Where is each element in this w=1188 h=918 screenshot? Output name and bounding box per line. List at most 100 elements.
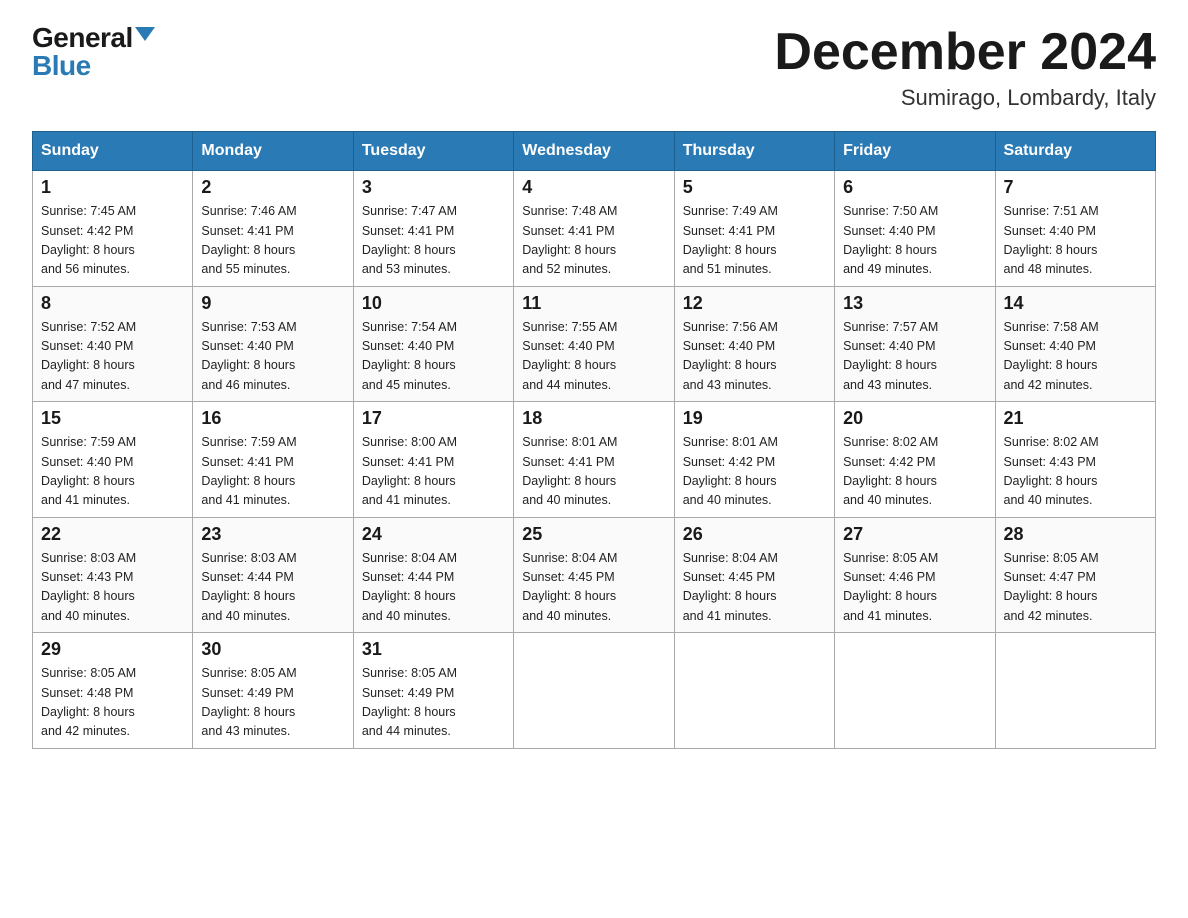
- day-number: 4: [522, 177, 665, 198]
- day-number: 29: [41, 639, 184, 660]
- day-number: 22: [41, 524, 184, 545]
- day-cell-13: 13 Sunrise: 7:57 AMSunset: 4:40 PMDayligh…: [835, 286, 995, 402]
- weekday-header-friday: Friday: [835, 132, 995, 171]
- day-number: 15: [41, 408, 184, 429]
- day-cell-24: 24Sunrise: 8:04 AMSunset: 4:44 PMDayligh…: [353, 517, 513, 633]
- day-number: 2: [201, 177, 344, 198]
- day-number: 17: [362, 408, 505, 429]
- day-info: Sunrise: 8:04 AMSunset: 4:45 PMDaylight:…: [683, 549, 826, 627]
- day-cell-27: 27 Sunrise: 8:05 AMSunset: 4:46 PMDayligh…: [835, 517, 995, 633]
- week-row-4: 22 Sunrise: 8:03 AMSunset: 4:43 PMDayligh…: [33, 517, 1156, 633]
- day-info: Sunrise: 7:49 AMSunset: 4:41 PMDaylight:…: [683, 202, 826, 280]
- empty-cell: [835, 633, 995, 749]
- day-cell-31: 31 Sunrise: 8:05 AMSunset: 4:49 PMDayligh…: [353, 633, 513, 749]
- day-info: Sunrise: 7:57 AMSunset: 4:40 PMDaylight:…: [843, 318, 986, 396]
- day-cell-11: 11 Sunrise: 7:55 AMSunset: 4:40 PMDayligh…: [514, 286, 674, 402]
- header-title-area: December 2024 Sumirago, Lombardy, Italy: [774, 24, 1156, 111]
- day-info: Sunrise: 7:50 AMSunset: 4:40 PMDaylight:…: [843, 202, 986, 280]
- day-cell-8: 8Sunrise: 7:52 AMSunset: 4:40 PMDaylight…: [33, 286, 193, 402]
- week-row-3: 15Sunrise: 7:59 AMSunset: 4:40 PMDayligh…: [33, 402, 1156, 518]
- day-info: Sunrise: 7:56 AMSunset: 4:40 PMDaylight:…: [683, 318, 826, 396]
- logo-general-text: General: [32, 24, 133, 52]
- day-info: Sunrise: 7:52 AMSunset: 4:40 PMDaylight:…: [41, 318, 184, 396]
- empty-cell: [674, 633, 834, 749]
- day-number: 7: [1004, 177, 1147, 198]
- day-cell-9: 9 Sunrise: 7:53 AMSunset: 4:40 PMDaylight…: [193, 286, 353, 402]
- day-number: 25: [522, 524, 665, 545]
- day-cell-26: 26 Sunrise: 8:04 AMSunset: 4:45 PMDayligh…: [674, 517, 834, 633]
- logo: General Blue: [32, 24, 155, 80]
- day-info: Sunrise: 8:05 AMSunset: 4:49 PMDaylight:…: [362, 664, 505, 742]
- day-number: 19: [683, 408, 826, 429]
- day-info: Sunrise: 7:46 AMSunset: 4:41 PMDaylight:…: [201, 202, 344, 280]
- weekday-header-row: SundayMondayTuesdayWednesdayThursdayFrid…: [33, 132, 1156, 171]
- day-cell-16: 16Sunrise: 7:59 AMSunset: 4:41 PMDayligh…: [193, 402, 353, 518]
- day-info: Sunrise: 7:51 AMSunset: 4:40 PMDaylight:…: [1004, 202, 1147, 280]
- day-number: 31: [362, 639, 505, 660]
- day-cell-15: 15Sunrise: 7:59 AMSunset: 4:40 PMDayligh…: [33, 402, 193, 518]
- day-cell-19: 19 Sunrise: 8:01 AMSunset: 4:42 PMDayligh…: [674, 402, 834, 518]
- day-cell-5: 5 Sunrise: 7:49 AMSunset: 4:41 PMDaylight…: [674, 171, 834, 287]
- day-info: Sunrise: 8:05 AMSunset: 4:48 PMDaylight:…: [41, 664, 184, 742]
- day-number: 18: [522, 408, 665, 429]
- day-cell-30: 30 Sunrise: 8:05 AMSunset: 4:49 PMDayligh…: [193, 633, 353, 749]
- day-number: 1: [41, 177, 184, 198]
- day-cell-7: 7 Sunrise: 7:51 AMSunset: 4:40 PMDaylight…: [995, 171, 1155, 287]
- calendar-table: SundayMondayTuesdayWednesdayThursdayFrid…: [32, 131, 1156, 749]
- day-number: 16: [201, 408, 344, 429]
- day-info: Sunrise: 8:00 AMSunset: 4:41 PMDaylight:…: [362, 433, 505, 511]
- day-info: Sunrise: 8:02 AMSunset: 4:43 PMDaylight:…: [1004, 433, 1147, 511]
- day-number: 11: [522, 293, 665, 314]
- empty-cell: [995, 633, 1155, 749]
- day-number: 14: [1004, 293, 1147, 314]
- day-info: Sunrise: 8:02 AMSunset: 4:42 PMDaylight:…: [843, 433, 986, 511]
- day-cell-17: 17 Sunrise: 8:00 AMSunset: 4:41 PMDayligh…: [353, 402, 513, 518]
- day-number: 27: [843, 524, 986, 545]
- day-number: 28: [1004, 524, 1147, 545]
- day-cell-1: 1Sunrise: 7:45 AMSunset: 4:42 PMDaylight…: [33, 171, 193, 287]
- weekday-header-monday: Monday: [193, 132, 353, 171]
- day-number: 9: [201, 293, 344, 314]
- day-cell-21: 21 Sunrise: 8:02 AMSunset: 4:43 PMDayligh…: [995, 402, 1155, 518]
- day-number: 10: [362, 293, 505, 314]
- day-info: Sunrise: 7:58 AMSunset: 4:40 PMDaylight:…: [1004, 318, 1147, 396]
- weekday-header-saturday: Saturday: [995, 132, 1155, 171]
- day-number: 13: [843, 293, 986, 314]
- day-info: Sunrise: 7:53 AMSunset: 4:40 PMDaylight:…: [201, 318, 344, 396]
- day-cell-6: 6 Sunrise: 7:50 AMSunset: 4:40 PMDaylight…: [835, 171, 995, 287]
- day-info: Sunrise: 7:48 AMSunset: 4:41 PMDaylight:…: [522, 202, 665, 280]
- day-info: Sunrise: 8:05 AMSunset: 4:49 PMDaylight:…: [201, 664, 344, 742]
- day-number: 20: [843, 408, 986, 429]
- day-cell-4: 4 Sunrise: 7:48 AMSunset: 4:41 PMDaylight…: [514, 171, 674, 287]
- day-cell-23: 23Sunrise: 8:03 AMSunset: 4:44 PMDayligh…: [193, 517, 353, 633]
- logo-triangle-icon: [135, 27, 155, 41]
- day-info: Sunrise: 8:05 AMSunset: 4:46 PMDaylight:…: [843, 549, 986, 627]
- day-cell-22: 22 Sunrise: 8:03 AMSunset: 4:43 PMDayligh…: [33, 517, 193, 633]
- day-info: Sunrise: 8:05 AMSunset: 4:47 PMDaylight:…: [1004, 549, 1147, 627]
- day-info: Sunrise: 8:01 AMSunset: 4:42 PMDaylight:…: [683, 433, 826, 511]
- weekday-header-wednesday: Wednesday: [514, 132, 674, 171]
- empty-cell: [514, 633, 674, 749]
- day-info: Sunrise: 8:04 AMSunset: 4:45 PMDaylight:…: [522, 549, 665, 627]
- day-cell-29: 29 Sunrise: 8:05 AMSunset: 4:48 PMDayligh…: [33, 633, 193, 749]
- day-number: 26: [683, 524, 826, 545]
- day-number: 12: [683, 293, 826, 314]
- day-cell-25: 25 Sunrise: 8:04 AMSunset: 4:45 PMDayligh…: [514, 517, 674, 633]
- day-number: 3: [362, 177, 505, 198]
- day-cell-28: 28 Sunrise: 8:05 AMSunset: 4:47 PMDayligh…: [995, 517, 1155, 633]
- day-number: 21: [1004, 408, 1147, 429]
- day-cell-2: 2 Sunrise: 7:46 AMSunset: 4:41 PMDaylight…: [193, 171, 353, 287]
- day-info: Sunrise: 8:03 AMSunset: 4:43 PMDaylight:…: [41, 549, 184, 627]
- day-number: 6: [843, 177, 986, 198]
- day-number: 5: [683, 177, 826, 198]
- week-row-1: 1Sunrise: 7:45 AMSunset: 4:42 PMDaylight…: [33, 171, 1156, 287]
- day-cell-3: 3Sunrise: 7:47 AMSunset: 4:41 PMDaylight…: [353, 171, 513, 287]
- day-info: Sunrise: 8:01 AMSunset: 4:41 PMDaylight:…: [522, 433, 665, 511]
- day-number: 30: [201, 639, 344, 660]
- location-subtitle: Sumirago, Lombardy, Italy: [774, 85, 1156, 111]
- week-row-5: 29 Sunrise: 8:05 AMSunset: 4:48 PMDayligh…: [33, 633, 1156, 749]
- day-number: 23: [201, 524, 344, 545]
- day-info: Sunrise: 7:55 AMSunset: 4:40 PMDaylight:…: [522, 318, 665, 396]
- weekday-header-sunday: Sunday: [33, 132, 193, 171]
- weekday-header-thursday: Thursday: [674, 132, 834, 171]
